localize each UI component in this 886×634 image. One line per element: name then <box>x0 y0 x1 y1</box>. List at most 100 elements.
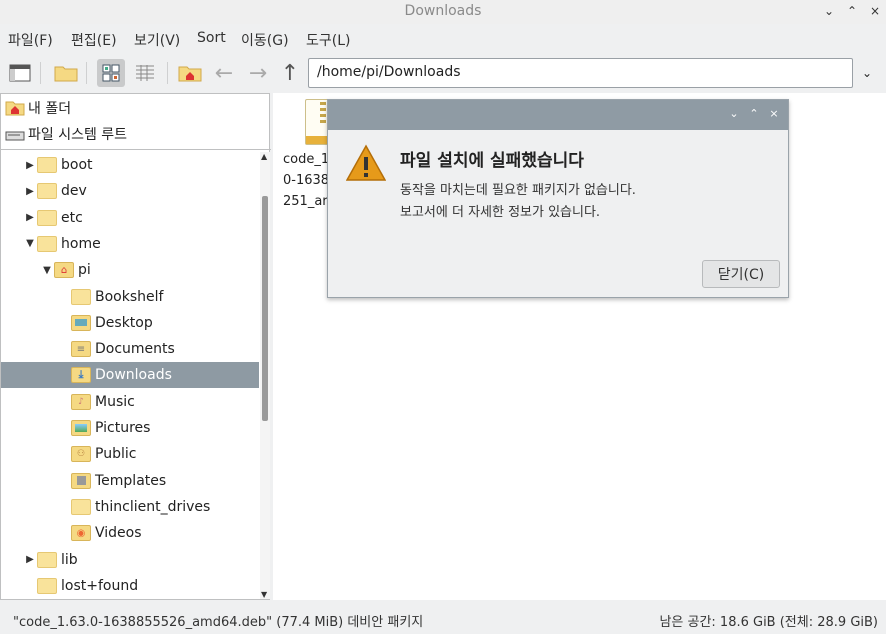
menu-sort[interactable]: Sort <box>197 30 226 46</box>
place-filesystem[interactable]: 파일 시스템 루트 <box>5 122 127 146</box>
folder-icon <box>37 235 57 252</box>
tree-item-label: lost+found <box>61 577 139 594</box>
home-button[interactable] <box>176 59 204 87</box>
tree-item-label: Pictures <box>95 420 151 436</box>
tree-item[interactable]: ▶ dev <box>1 178 259 204</box>
downloads-folder-icon: ⤓ <box>71 367 91 384</box>
tree-item[interactable]: ◉ Videos <box>1 520 259 546</box>
public-folder-icon: ⚇ <box>71 446 91 463</box>
tree-item-label: Templates <box>95 472 167 489</box>
expander-closed-icon[interactable]: ▶ <box>23 160 37 171</box>
home-folder-icon: ⌂ <box>54 262 74 279</box>
menu-go[interactable]: 이동(G) <box>241 30 289 50</box>
dialog-heading: 파일 설치에 실패했습니다 <box>400 151 584 171</box>
tree-item[interactable]: ▼ home <box>1 231 259 257</box>
tree-item[interactable]: Desktop <box>1 310 259 336</box>
up-button[interactable]: ↑ <box>276 59 304 87</box>
tree-item[interactable]: ♪ Music <box>1 389 259 415</box>
forward-button[interactable]: → <box>244 59 272 87</box>
path-bar[interactable]: /home/pi/Downloads <box>308 58 853 88</box>
chevron-down-icon: ⌄ <box>861 66 873 80</box>
tree-item[interactable]: Bookshelf <box>1 284 259 310</box>
toolbar-separator <box>167 62 168 84</box>
drive-icon <box>5 131 25 141</box>
folder-icon <box>37 183 57 200</box>
path-history-dropdown[interactable]: ⌄ <box>853 58 881 88</box>
title-bar: Downloads ⌄ ⌃ × <box>0 0 886 24</box>
videos-folder-icon: ◉ <box>71 525 91 542</box>
tree-scrollbar[interactable]: ▲ ▼ <box>260 152 270 599</box>
icon-view-button[interactable] <box>97 59 125 87</box>
tree-item[interactable]: ▶ boot <box>1 152 259 178</box>
expander-closed-icon[interactable]: ▶ <box>23 212 37 223</box>
tree-item-label: home <box>61 235 101 252</box>
templates-folder-icon <box>71 472 91 489</box>
tree-item-label: Documents <box>95 341 175 358</box>
tree-item-label: Videos <box>95 525 142 542</box>
dialog-close-button[interactable]: × <box>766 106 782 122</box>
selection-info: "code_1.63.0-1638855526_amd64.deb" (77.4… <box>13 615 424 630</box>
list-view-button[interactable] <box>131 59 159 87</box>
scrollbar-thumb[interactable] <box>262 196 268 421</box>
tree-item[interactable]: ▶ etc <box>1 205 259 231</box>
window-title: Downloads <box>404 3 482 19</box>
close-button[interactable]: 닫기(C) <box>702 260 780 288</box>
tree-item-label: etc <box>61 209 83 226</box>
minimize-button[interactable]: ⌄ <box>820 2 838 20</box>
folder-icon <box>54 66 78 82</box>
directory-tree: ▶ boot ▶ dev ▶ etc ▼ home ▼ ⌂ pi Bookshelf Desktop ≡ D… <box>1 152 259 599</box>
tree-item-label: Music <box>95 393 135 410</box>
toolbar-separator <box>40 62 41 84</box>
expander-closed-icon[interactable]: ▶ <box>23 186 37 197</box>
status-bar: "code_1.63.0-1638855526_amd64.deb" (77.4… <box>0 604 886 634</box>
tree-item[interactable]: ≡ Documents <box>1 336 259 362</box>
close-window-button[interactable]: × <box>866 2 884 20</box>
new-window-button[interactable] <box>6 59 34 87</box>
arrow-left-icon: ← <box>214 60 234 86</box>
dialog-message: 동작을 마치는데 필요한 패키지가 없습니다. 보고서에 더 자세한 정보가 있… <box>400 183 636 220</box>
tree-item[interactable]: lost+found <box>1 573 259 599</box>
new-folder-button[interactable] <box>52 59 80 87</box>
tree-item-label: dev <box>61 183 87 200</box>
tree-item-label: Bookshelf <box>95 288 164 305</box>
tree-item-label: lib <box>61 551 78 568</box>
grid-view-icon <box>102 64 120 82</box>
folder-icon <box>37 157 57 173</box>
expander-open-icon[interactable]: ▼ <box>40 265 54 276</box>
dialog-minimize-button[interactable]: ⌄ <box>726 106 742 122</box>
tree-item-label: Desktop <box>95 314 153 331</box>
list-view-icon <box>136 65 154 81</box>
expander-open-icon[interactable]: ▼ <box>23 238 37 249</box>
menu-view[interactable]: 보기(V) <box>134 30 180 50</box>
pictures-folder-icon <box>71 420 91 436</box>
tree-item[interactable]: ▼ ⌂ pi <box>1 257 259 283</box>
folder-icon <box>71 288 91 305</box>
place-home[interactable]: 내 폴더 <box>5 96 71 120</box>
tree-item[interactable]: Pictures <box>1 415 259 441</box>
place-label: 파일 시스템 루트 <box>28 127 128 143</box>
new-window-icon <box>9 64 31 82</box>
place-label: 내 폴더 <box>28 101 72 117</box>
tree-item[interactable]: ▶ lib <box>1 547 259 573</box>
home-folder-icon <box>178 66 202 82</box>
error-dialog: ⌄ ⌃ × 파일 설치에 실패했습니다 동작을 마치는데 필요한 패키지가 없습… <box>327 99 789 298</box>
warning-icon <box>345 144 387 186</box>
menu-file[interactable]: 파일(F) <box>8 30 53 50</box>
documents-folder-icon: ≡ <box>71 341 91 358</box>
expander-closed-icon[interactable]: ▶ <box>23 554 37 565</box>
tree-item[interactable]: thinclient_drives <box>1 494 259 520</box>
tree-item-label: boot <box>61 157 93 173</box>
menu-edit[interactable]: 편집(E) <box>71 30 117 50</box>
dialog-maximize-button[interactable]: ⌃ <box>746 106 762 122</box>
tree-item[interactable]: ⤓ Downloads <box>1 362 259 389</box>
tree-item[interactable]: ⚇ Public <box>1 441 259 467</box>
menu-bar: 파일(F) 편집(E) 보기(V) Sort 이동(G) 도구(L) <box>0 26 886 52</box>
tree-item[interactable]: Templates <box>1 468 259 494</box>
maximize-button[interactable]: ⌃ <box>843 2 861 20</box>
folder-icon <box>37 577 57 594</box>
places-list: 내 폴더 파일 시스템 루트 <box>1 94 271 150</box>
folder-icon <box>37 551 57 568</box>
toolbar-separator <box>86 62 87 84</box>
back-button[interactable]: ← <box>210 59 238 87</box>
menu-tools[interactable]: 도구(L) <box>306 30 350 50</box>
